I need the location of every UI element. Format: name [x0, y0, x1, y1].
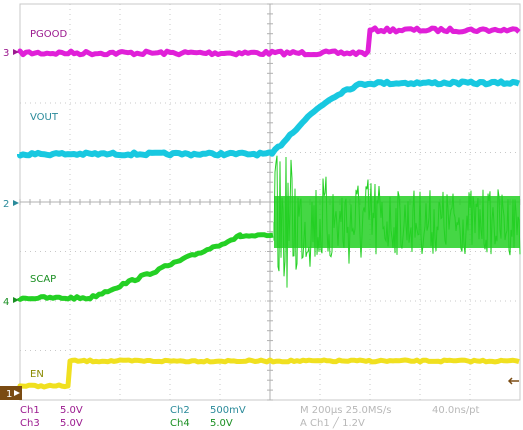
ch1-name: Ch1 [20, 405, 40, 416]
ch2-ground-marker[interactable]: 2 [3, 199, 19, 210]
trace-label-vout: VOUT [30, 112, 59, 123]
ch4-name: Ch4 [170, 418, 190, 429]
ch3-name: Ch3 [20, 418, 40, 429]
trigger-setting: A Ch1 ╱ 1.2V [300, 418, 365, 429]
trace-label-scap: SCAP [30, 274, 56, 285]
timebase: M 200μs 25.0MS/s [300, 405, 392, 416]
trace-label-en: EN [30, 369, 44, 380]
ch2-scale: 500mV [210, 405, 246, 416]
oscilloscope-display: PGOOD VOUT SCAP EN 3 2 4 1 [0, 3, 521, 401]
ch4-scale: 5.0V [210, 418, 233, 429]
ch1-scale: 5.0V [60, 405, 83, 416]
svg-text:2: 2 [3, 199, 9, 210]
ch4-ground-marker[interactable]: 4 [3, 297, 19, 308]
ch1-ground-marker[interactable]: 1 [0, 386, 22, 400]
svg-text:4: 4 [3, 297, 9, 308]
ch2-name: Ch2 [170, 405, 190, 416]
trace-label-pgood: PGOOD [30, 29, 68, 40]
status-bar: Ch1 5.0V Ch2 500mV M 200μs 25.0MS/s 40.0… [0, 402, 523, 430]
left-arrow-icon[interactable] [507, 377, 519, 385]
sample-interval: 40.0ns/pt [432, 405, 480, 416]
ch3-scale: 5.0V [60, 418, 83, 429]
svg-text:1: 1 [6, 389, 12, 400]
ch3-ground-marker[interactable]: 3 [3, 48, 19, 59]
trace-scap [17, 232, 274, 302]
svg-text:3: 3 [3, 48, 9, 59]
